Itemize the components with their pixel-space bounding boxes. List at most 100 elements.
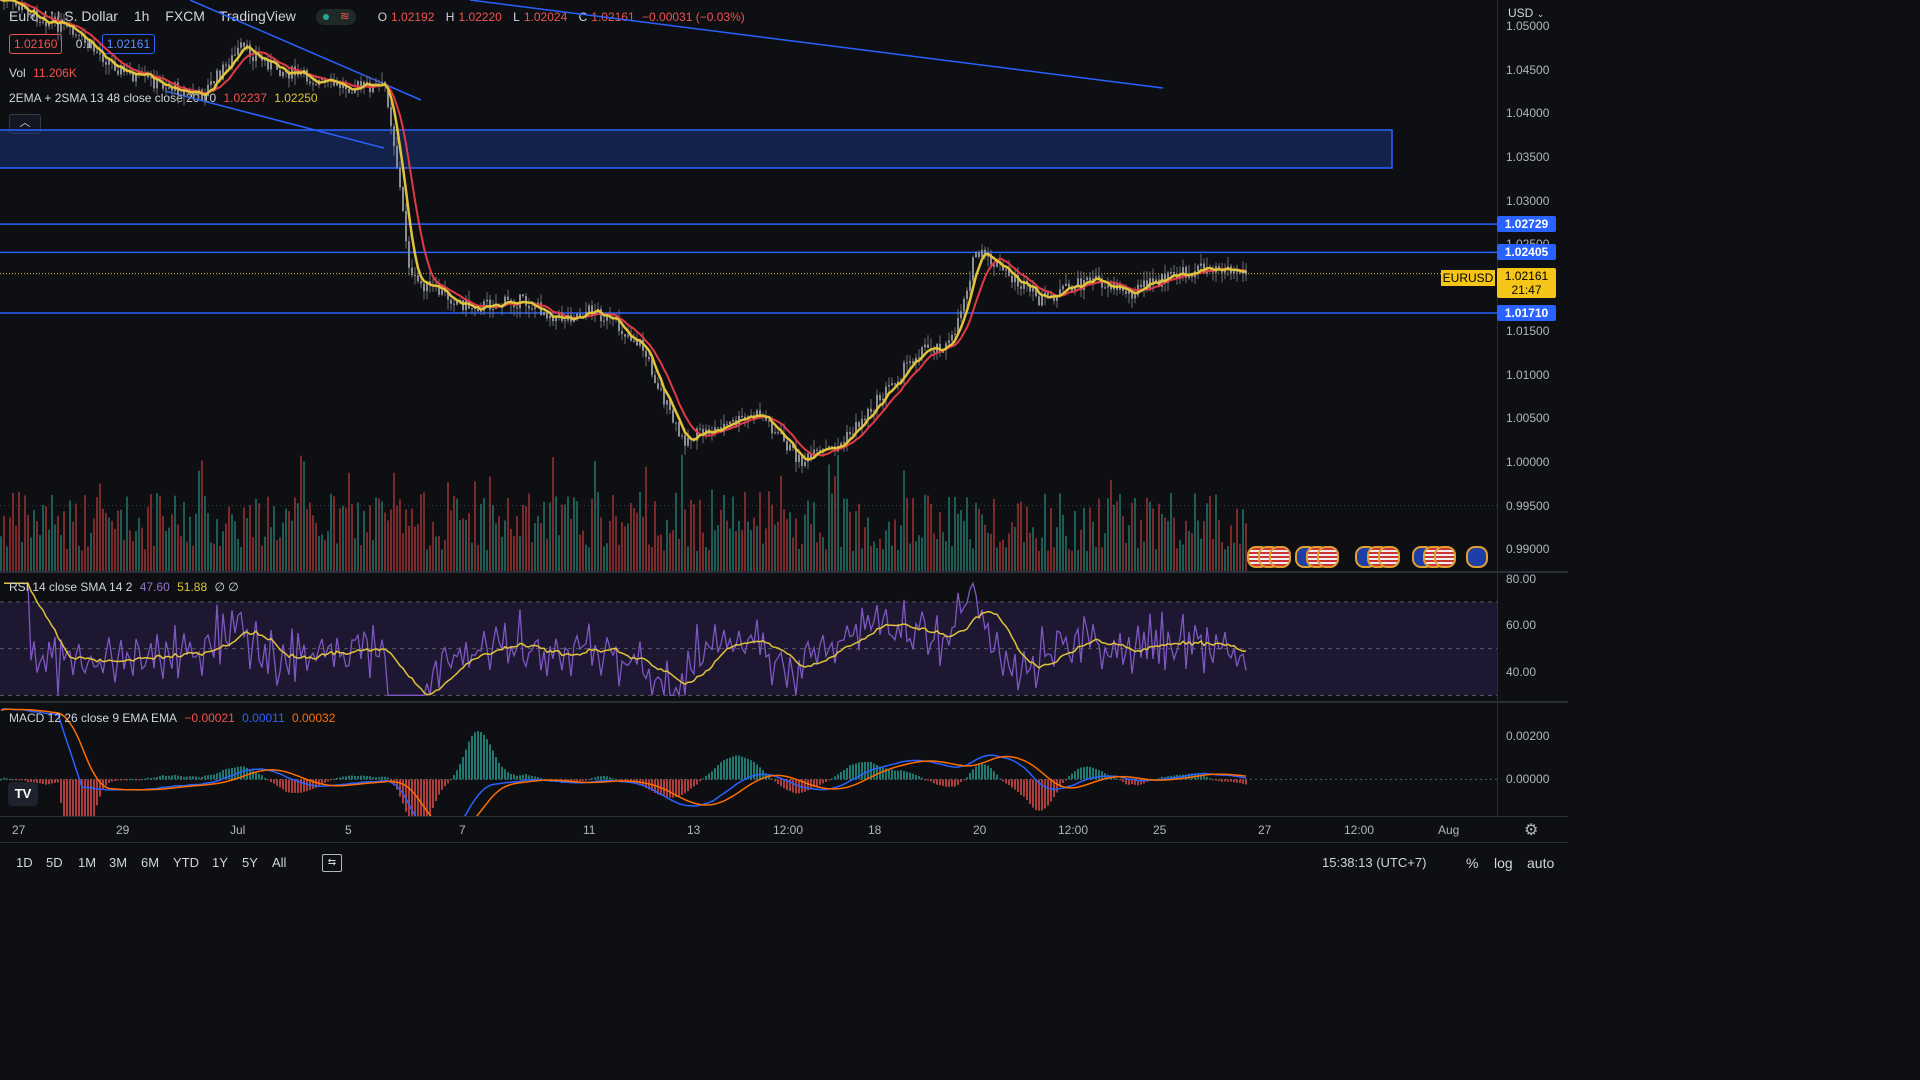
- volume-bar: [984, 524, 986, 571]
- macd-histogram-bar: [969, 772, 971, 780]
- range-button-1d[interactable]: 1D: [16, 855, 33, 870]
- volume-bar: [486, 549, 488, 571]
- macd-histogram-bar: [1008, 779, 1010, 786]
- macd-histogram-bar: [990, 768, 992, 780]
- candle-body: [78, 34, 80, 36]
- auto-toggle[interactable]: auto: [1527, 855, 1554, 871]
- rsi-tick: 80.00: [1506, 571, 1537, 586]
- macd-histogram-bar: [150, 777, 152, 780]
- macd-histogram-bar: [189, 776, 191, 780]
- us-flag-icon[interactable]: [1317, 546, 1339, 568]
- volume-bar: [804, 514, 806, 571]
- volume-bar: [579, 534, 581, 571]
- macd-legend[interactable]: MACD 12 26 close 9 EMA EMA −0.00021 0.00…: [9, 711, 339, 725]
- volume-bar: [441, 549, 443, 571]
- log-toggle[interactable]: log: [1494, 855, 1513, 871]
- macd-histogram-bar: [126, 779, 128, 781]
- volume-bar: [1209, 495, 1211, 571]
- volume-bar: [1017, 503, 1019, 571]
- volume-bar: [726, 520, 728, 571]
- macd-histogram-bar: [774, 779, 776, 782]
- clock[interactable]: 15:38:13 (UTC+7): [1322, 855, 1426, 870]
- volume-bar: [1107, 498, 1109, 571]
- macd-histogram-bar: [78, 779, 80, 816]
- volume-bar: [1089, 507, 1091, 571]
- volume-bar: [561, 504, 563, 571]
- macd-histogram-bar: [162, 775, 164, 780]
- eu-flag-icon[interactable]: [1466, 546, 1488, 568]
- range-button-3m[interactable]: 3M: [109, 855, 127, 870]
- candle-body: [42, 21, 44, 23]
- macd-histogram-bar: [735, 755, 737, 780]
- volume-bar: [45, 506, 47, 571]
- macd-histogram-bar: [1233, 779, 1235, 783]
- candle-body: [741, 415, 743, 417]
- us-flag-icon[interactable]: [1269, 546, 1291, 568]
- candle-body: [768, 420, 770, 422]
- volume-bar: [669, 533, 671, 571]
- percent-toggle[interactable]: %: [1466, 855, 1478, 871]
- volume-bar: [858, 503, 860, 571]
- price-level-tag[interactable]: 1.01710: [1497, 304, 1556, 321]
- macd-histogram-bar: [1227, 779, 1229, 782]
- macd-histogram-bar: [351, 775, 353, 780]
- volume-bar: [993, 498, 995, 571]
- volume-bar: [312, 515, 314, 571]
- volume-bar: [1074, 510, 1076, 571]
- macd-histogram-bar: [828, 779, 830, 781]
- price-level-tag[interactable]: 1.02405: [1497, 244, 1556, 261]
- volume-bar: [501, 536, 503, 571]
- macd-histogram-bar: [372, 777, 374, 780]
- rsi-label: RSI 14 close SMA 14 2: [9, 580, 133, 594]
- us-flag-icon[interactable]: [1434, 546, 1456, 568]
- price-chart[interactable]: [0, 0, 1497, 571]
- macd-value-1: −0.00021: [184, 711, 235, 725]
- time-axis[interactable]: 27 29 Jul 5 7 11 13 12:00 18 20 12:00 25 27 12:00 Aug: [0, 816, 1568, 843]
- range-button-5d[interactable]: 5D: [46, 855, 63, 870]
- volume-bar: [567, 496, 569, 571]
- macd-histogram-bar: [993, 771, 995, 780]
- us-flag-icon[interactable]: [1378, 546, 1400, 568]
- rsi-legend[interactable]: RSI 14 close SMA 14 2 47.60 51.88 ∅ ∅: [9, 580, 243, 594]
- range-button-6m[interactable]: 6M: [141, 855, 159, 870]
- range-button-1y[interactable]: 1Y: [212, 855, 228, 870]
- volume-bar: [111, 520, 113, 571]
- volume-bar: [204, 496, 206, 571]
- settings-gear-icon[interactable]: ⚙: [1524, 820, 1538, 840]
- volume-bar: [837, 454, 839, 571]
- volume-bar: [981, 514, 983, 571]
- candle-body: [489, 299, 491, 310]
- macd-histogram-bar: [927, 779, 929, 781]
- tradingview-logo-icon[interactable]: TV: [8, 782, 38, 806]
- volume-bar: [720, 509, 722, 571]
- candle-body: [234, 54, 236, 56]
- range-button-5y[interactable]: 5Y: [242, 855, 258, 870]
- volume-bar: [1011, 522, 1013, 571]
- rsi-axis[interactable]: [1497, 573, 1569, 700]
- macd-axis[interactable]: [1497, 703, 1569, 816]
- macd-histogram-bar: [438, 779, 440, 795]
- date-range-icon[interactable]: ⇆: [322, 854, 342, 872]
- range-button-all[interactable]: All: [272, 855, 286, 870]
- macd-histogram-bar: [1212, 779, 1214, 781]
- volume-bar: [948, 497, 950, 571]
- volume-bar: [738, 520, 740, 571]
- volume-bar: [162, 515, 164, 571]
- volume-bar: [12, 492, 14, 571]
- volume-bar: [138, 517, 140, 571]
- volume-bar: [849, 511, 851, 571]
- price-level-tag[interactable]: 1.02729: [1497, 216, 1556, 233]
- candle-body: [687, 437, 689, 446]
- macd-histogram-bar: [975, 766, 977, 780]
- macd-histogram-bar: [1017, 779, 1019, 793]
- volume-bar: [228, 506, 230, 571]
- volume-bar: [552, 457, 554, 571]
- volume-bar: [189, 516, 191, 571]
- macd-histogram-bar: [681, 779, 683, 795]
- currency-selector[interactable]: USD ⌄: [1508, 6, 1544, 20]
- macd-histogram-bar: [369, 776, 371, 780]
- volume-bar: [918, 535, 920, 571]
- range-button-ytd[interactable]: YTD: [173, 855, 199, 870]
- range-button-1m[interactable]: 1M: [78, 855, 96, 870]
- volume-bars: [0, 454, 1247, 571]
